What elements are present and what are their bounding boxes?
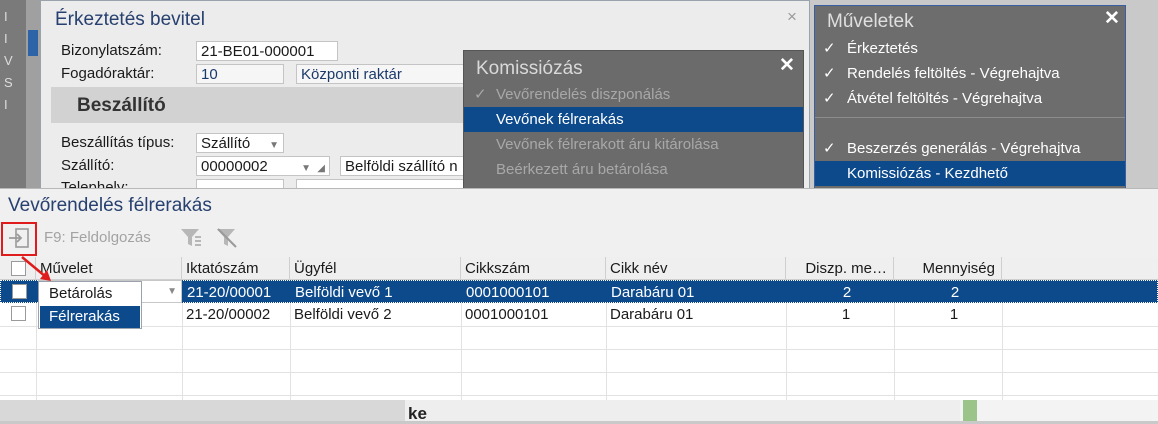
muveletek-separator — [815, 117, 1125, 118]
cell-mennyiseg: 1 — [949, 306, 959, 323]
muveletek-title: Műveletek — [827, 11, 914, 32]
erkeztetes-title: Érkeztetés bevitel — [55, 9, 205, 30]
bizonylatszam-label: Bizonylatszám: — [61, 42, 162, 59]
row-checkbox[interactable] — [12, 284, 27, 299]
section-title: Beszállító — [77, 95, 166, 116]
cell-cikknev: Darabáru 01 — [610, 306, 694, 323]
grid-line — [0, 326, 1158, 327]
cell-diszp: 1 — [841, 306, 851, 323]
cell-cikknev: Darabáru 01 — [611, 284, 695, 301]
komissiozas-item[interactable]: Vevőnek félrerakott áru kitárolása — [464, 132, 803, 157]
column-header[interactable]: Cikkszám — [461, 257, 606, 280]
szallito-code-field[interactable]: 00000002 ▼ ◢ — [196, 156, 330, 176]
beszallitas-tipus-label: Beszállítás típus: — [61, 134, 175, 151]
komissiozas-popup: Komissiózás ✕ ✓ Vevőrendelés diszponálás … — [463, 50, 804, 190]
fogadoraktar-name-field: Központi raktár — [296, 64, 466, 84]
muveletek-panel: Műveletek ✕ ✓ Érkeztetés ✓ Rendelés feltöl… — [814, 5, 1126, 190]
bizonylatszam-field[interactable]: 21-BE01-000001 — [196, 41, 338, 61]
data-grid: Művelet Iktatószám Ügyfél Cikkszám Cikk … — [0, 256, 1158, 400]
chevron-down-icon: ▼ — [269, 140, 279, 151]
table-row[interactable]: 21-20/00002 Belföldi vevő 2 0001000101 D… — [0, 303, 1158, 326]
cell-cikkszam: 0001000101 — [465, 306, 549, 323]
main-title: Vevőrendelés félrerakás — [8, 195, 212, 216]
erkeztetes-close-icon[interactable]: × — [787, 7, 797, 27]
cell-cikkszam: 0001000101 — [466, 284, 550, 301]
background-left-letters: I I V S I — [4, 9, 13, 112]
background-bottom-text: ke — [408, 404, 427, 423]
fogadoraktar-code-field[interactable]: 10 — [196, 64, 284, 84]
check-icon: ✓ — [823, 140, 836, 157]
arrow-annotation — [21, 256, 51, 281]
muveletek-item[interactable]: ✓ Beszerzés generálás - Végrehajtva — [815, 136, 1125, 161]
cell-iktatoszam: 21-20/00001 — [187, 284, 272, 301]
column-header[interactable]: Cikk név — [606, 257, 786, 280]
grid-header: Művelet Iktatószám Ügyfél Cikkszám Cikk … — [0, 257, 1158, 280]
fogadoraktar-label: Fogadóraktár: — [61, 65, 155, 82]
grid-line — [0, 372, 1158, 373]
komissiozas-title: Komissiózás — [476, 58, 583, 79]
filter-icon[interactable] — [178, 225, 204, 251]
section-header-beszallito: Beszállító — [51, 87, 471, 123]
muveletek-item[interactable]: ✓ Átvétel feltöltés - Végrehajtva — [815, 86, 1125, 111]
cell-ugyfel: Belföldi vevő 2 — [294, 306, 392, 323]
column-header[interactable]: Mennyiség — [894, 257, 1002, 280]
check-icon: ✓ — [474, 86, 487, 103]
check-icon: ✓ — [823, 65, 836, 82]
cell-diszp: 2 — [842, 284, 852, 301]
background-bottom — [0, 400, 1158, 421]
resize-corner-icon: ◢ — [317, 163, 325, 174]
grid-line — [0, 395, 1158, 396]
chevron-down-icon: ▼ — [167, 286, 177, 297]
muvelet-dropdown-list: Betárolás Félrerakás — [38, 281, 142, 329]
main-window: Vevőrendelés félrerakás F9: Feldolgozás … — [0, 188, 1158, 400]
chevron-down-icon: ▼ — [301, 163, 311, 174]
check-icon: ✓ — [823, 40, 836, 57]
muveletek-item[interactable]: ✓ Érkeztetés — [815, 36, 1125, 61]
background-left-strip — [26, 0, 40, 190]
szallito-label: Szállító: — [61, 157, 115, 174]
column-header[interactable]: Ügyfél — [290, 257, 461, 280]
filter-clear-icon[interactable] — [214, 225, 240, 251]
dropdown-option-betarolas[interactable]: Betárolás — [40, 283, 140, 305]
cell-mennyiseg: 2 — [950, 284, 960, 301]
process-button[interactable]: F9: Feldolgozás — [44, 229, 151, 246]
check-icon: ✓ — [823, 90, 836, 107]
column-header[interactable]: Iktatószám — [182, 257, 290, 280]
szallito-name-field: Belföldi szállító n — [340, 156, 465, 176]
highlight-box — [1, 222, 37, 256]
muveletek-item[interactable]: ✓ Rendelés feltöltés - Végrehajtva — [815, 61, 1125, 86]
beszallitas-tipus-select[interactable]: Szállító ▼ — [196, 133, 284, 153]
komissiozas-item-selected[interactable]: Vevőnek félrerakás — [464, 107, 803, 132]
cell-iktatoszam: 21-20/00002 — [186, 306, 271, 323]
grid-line — [0, 349, 1158, 350]
muveletek-close-icon[interactable]: ✕ — [1104, 7, 1120, 30]
row-checkbox[interactable] — [11, 306, 26, 321]
cell-ugyfel: Belföldi vevő 1 — [295, 284, 393, 301]
komissiozas-item[interactable]: Beérkezett áru betárolása — [464, 157, 803, 182]
column-header[interactable]: Diszp. me… — [786, 257, 894, 280]
komissiozas-close-icon[interactable]: ✕ — [779, 54, 795, 77]
komissiozas-item[interactable]: ✓ Vevőrendelés diszponálás — [464, 82, 803, 107]
dropdown-option-felrerakas[interactable]: Félrerakás — [40, 306, 140, 328]
muveletek-item-selected[interactable]: Komissiózás - Kezdhető — [815, 161, 1125, 186]
